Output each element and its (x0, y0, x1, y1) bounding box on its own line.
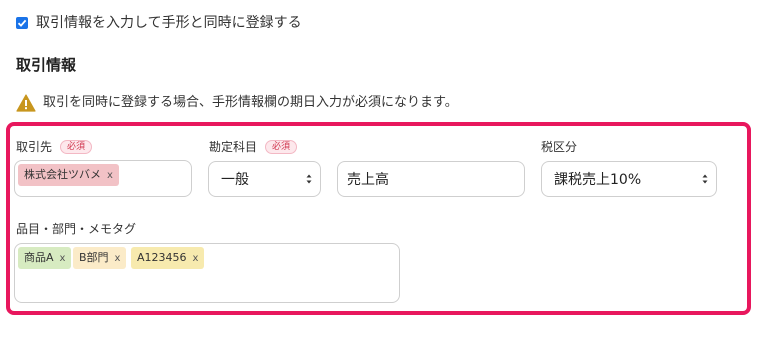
memo-tags-input[interactable]: 商品A x B部門 x A123456 x (14, 243, 400, 303)
tax-category-select[interactable]: 課税売上10% (541, 161, 717, 197)
select-arrows-icon (702, 174, 708, 184)
account-category-value: 一般 (221, 172, 249, 188)
account-item-value: 売上高 (347, 172, 389, 188)
partner-tag: 株式会社ツバメ x (18, 164, 119, 186)
partner-label-text: 取引先 (16, 140, 53, 154)
account-item-input[interactable]: 売上高 (337, 161, 525, 197)
register-with-note-label[interactable]: 取引情報を入力して手形と同時に登録する (36, 14, 302, 32)
tax-label-text: 税区分 (541, 140, 578, 154)
checkmark-icon (17, 19, 27, 27)
partner-field-label: 取引先 必須 (16, 140, 93, 154)
required-badge: 必須 (60, 140, 93, 154)
account-label-text: 勘定科目 (209, 140, 258, 154)
remove-tag-icon[interactable]: x (60, 253, 66, 264)
required-badge: 必須 (265, 140, 298, 154)
memo-tag-text: A123456 (137, 251, 187, 264)
department-tag: B部門 x (73, 247, 127, 269)
department-tag-text: B部門 (79, 251, 109, 264)
memo-tags-label-text: 品目・部門・メモタグ (16, 222, 137, 236)
account-category-select[interactable]: 一般 (208, 161, 321, 197)
select-arrows-icon (306, 174, 312, 184)
remove-tag-icon[interactable]: x (193, 253, 199, 264)
register-with-note-checkbox[interactable] (16, 17, 28, 29)
item-tag: 商品A x (18, 247, 72, 269)
memo-tags-field-label: 品目・部門・メモタグ (16, 222, 136, 236)
partner-tag-input[interactable]: 株式会社ツバメ x (14, 160, 192, 197)
remove-tag-icon[interactable]: x (115, 253, 121, 264)
section-title: 取引情報 (16, 56, 77, 74)
warning-triangle-icon (16, 94, 36, 112)
account-field-label: 勘定科目 必須 (209, 140, 298, 154)
partner-tag-text: 株式会社ツバメ (24, 168, 101, 181)
remove-tag-icon[interactable]: x (107, 170, 113, 181)
tax-field-label: 税区分 (541, 140, 577, 154)
memo-tag: A123456 x (131, 247, 205, 269)
warning-message: 取引を同時に登録する場合、手形情報欄の期日入力が必須になります。 (43, 95, 458, 110)
item-tag-text: 商品A (24, 251, 54, 264)
tax-category-value: 課税売上10% (554, 172, 642, 188)
